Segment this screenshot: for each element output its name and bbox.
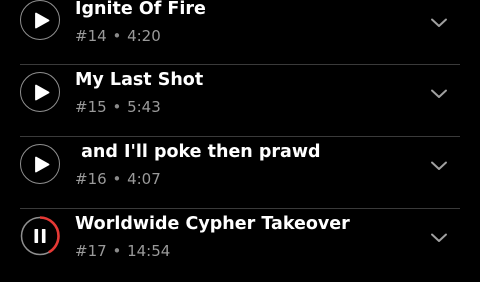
pause-button[interactable] [20,216,60,256]
divider [20,64,460,65]
play-icon [35,156,50,173]
track-row[interactable]: Ignite Of Fire #14 • 4:20 [0,0,480,54]
chevron-down-icon[interactable] [428,159,450,173]
play-button[interactable] [20,144,60,184]
track-number: #17 [75,242,107,260]
play-button[interactable] [20,0,60,40]
track-meta: #14 • 4:20 [75,26,161,46]
track-title: My Last Shot [75,70,204,90]
track-meta: #17 • 14:54 [75,241,170,261]
track-meta: #16 • 4:07 [75,169,161,189]
track-meta: #15 • 5:43 [75,97,161,117]
chevron-down-icon[interactable] [428,16,450,30]
divider [20,208,460,209]
track-number: #15 [75,98,107,116]
meta-separator: • [112,242,122,260]
play-icon [35,84,50,101]
track-row[interactable]: My Last Shot #15 • 5:43 [0,66,480,138]
track-list: Ignite Of Fire #14 • 4:20 My Last Shot #… [0,0,480,270]
chevron-down-icon[interactable] [428,87,450,101]
track-title: Worldwide Cypher Takeover [75,214,350,234]
track-number: #14 [75,27,107,45]
play-button[interactable] [20,72,60,112]
progress-ring [20,216,60,256]
track-duration: 4:20 [127,27,161,45]
meta-separator: • [112,27,122,45]
track-title: and I'll poke then prawd [75,142,321,162]
track-title: Ignite Of Fire [75,0,206,19]
track-row[interactable]: and I'll poke then prawd #16 • 4:07 [0,138,480,210]
play-icon [35,12,50,29]
pause-icon [34,229,46,243]
track-duration: 5:43 [127,98,161,116]
meta-separator: • [112,98,122,116]
track-number: #16 [75,170,107,188]
divider [20,136,460,137]
track-row-playing[interactable]: Worldwide Cypher Takeover #17 • 14:54 [0,210,480,282]
track-duration: 4:07 [127,170,161,188]
chevron-down-icon[interactable] [428,231,450,245]
track-duration: 14:54 [127,242,171,260]
meta-separator: • [112,170,122,188]
